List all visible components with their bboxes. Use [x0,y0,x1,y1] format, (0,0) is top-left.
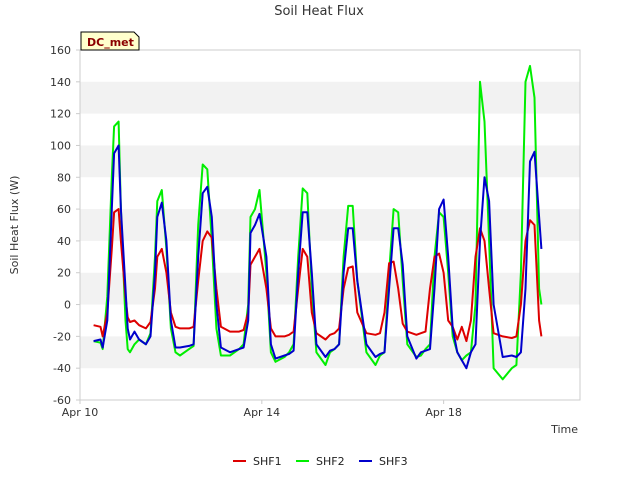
y-tick-label: -40 [53,362,71,375]
x-tick-label: Apr 18 [425,406,462,419]
soil-heat-flux-chart: Soil Heat Flux -60-40-200204060801001201… [8,4,581,468]
y-tick-label: 100 [50,139,71,152]
legend-label-shf1: SHF1 [253,455,282,468]
x-axis-label: Time [550,423,578,436]
legend: SHF1 SHF2 SHF3 [233,455,408,468]
y-axis-label: Soil Heat Flux (W) [8,176,21,275]
badge-label: DC_met [87,36,134,49]
grid-band [80,145,580,178]
grid-bands [80,81,580,369]
y-tick-label: 60 [57,203,71,216]
y-tick-label: 20 [57,267,71,280]
y-tick-label: 40 [57,235,71,248]
station-badge: DC_met [80,31,140,51]
x-axis-ticks: Apr 10 Apr 14 Apr 18 [62,400,462,419]
y-tick-label: -20 [53,330,71,343]
y-axis-ticks: -60-40-20020406080100120140160 [50,44,80,407]
x-tick-label: Apr 14 [244,406,281,419]
chart-title: Soil Heat Flux [274,4,364,19]
y-tick-label: 140 [50,76,71,89]
y-tick-label: 120 [50,108,71,121]
grid-band [80,81,580,114]
legend-label-shf2: SHF2 [316,455,345,468]
y-tick-label: 0 [64,299,71,312]
x-tick-label: Apr 10 [62,406,99,419]
y-tick-label: 160 [50,44,71,57]
legend-label-shf3: SHF3 [379,455,408,468]
y-tick-label: 80 [57,171,71,184]
